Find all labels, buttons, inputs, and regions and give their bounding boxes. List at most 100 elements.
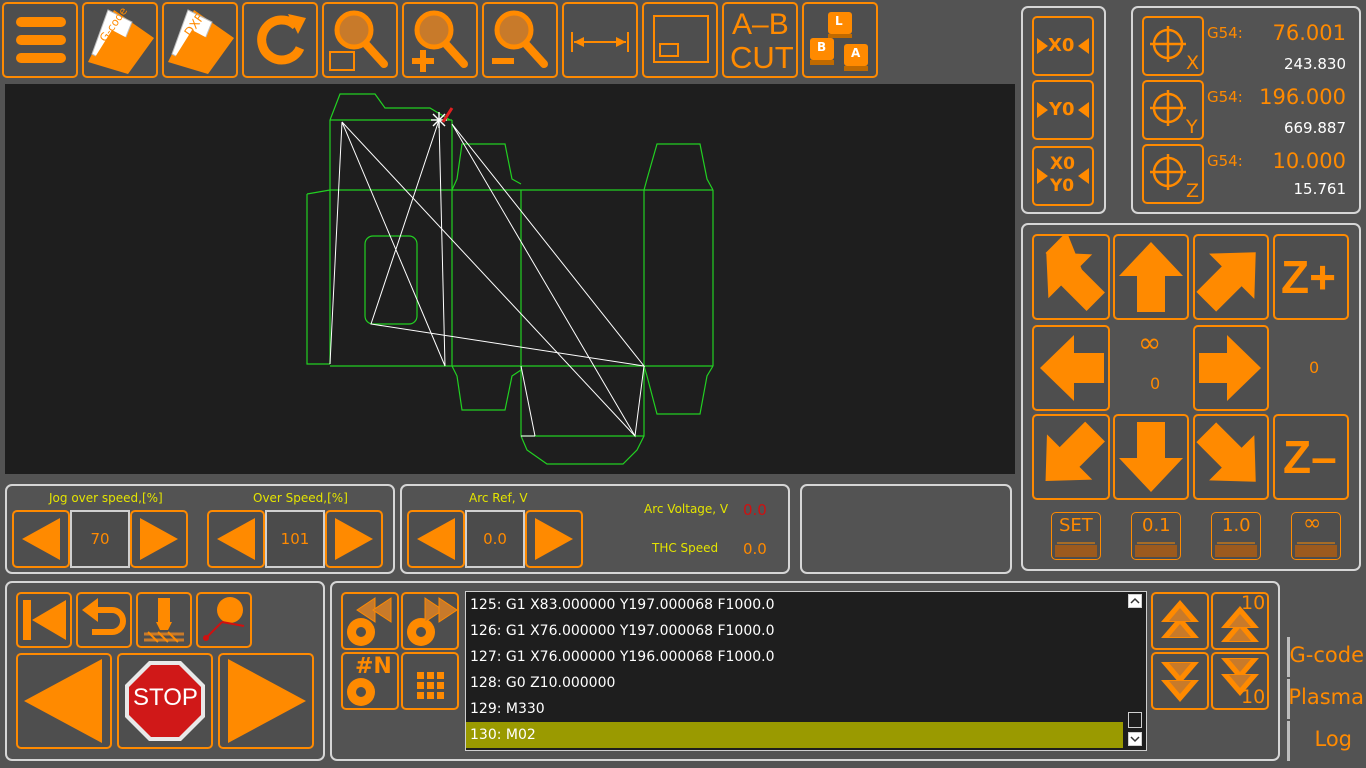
prev-block-button[interactable] bbox=[341, 592, 399, 650]
arc-ref-decrease-button[interactable] bbox=[407, 510, 465, 568]
step-infinity-button[interactable]: ∞ bbox=[1291, 511, 1341, 560]
jog-up-right-button[interactable] bbox=[1193, 234, 1269, 320]
zero-y-button[interactable]: Y0 bbox=[1032, 80, 1094, 140]
gcode-line[interactable]: 128: G0 Z10.000000 bbox=[470, 670, 615, 696]
step-01-button[interactable]: 0.1 bbox=[1131, 512, 1181, 560]
step-set-label: SET bbox=[1059, 515, 1093, 536]
gcode-line[interactable]: 125: G1 X83.000000 Y197.000068 F1000.0 bbox=[470, 592, 775, 618]
zoom-fit-button[interactable] bbox=[322, 2, 398, 78]
menu-button[interactable] bbox=[2, 2, 78, 78]
step-10-button[interactable]: 1.0 bbox=[1211, 512, 1261, 560]
scroll-up-arrow[interactable] bbox=[1128, 594, 1142, 608]
ab-cut-button[interactable]: A–B CUT bbox=[722, 2, 798, 78]
gcode-line-selected[interactable]: 130: M02 bbox=[470, 722, 536, 748]
step-back-button[interactable] bbox=[16, 653, 112, 749]
gcode-line[interactable]: 126: G1 X76.000000 Y197.000068 F1000.0 bbox=[470, 618, 775, 644]
jog-speed-decrease-button[interactable] bbox=[12, 510, 70, 568]
jog-right-button[interactable] bbox=[1193, 325, 1269, 411]
triangle-right-icon bbox=[140, 518, 178, 560]
rewind-start-button[interactable] bbox=[16, 592, 72, 648]
tab-gcode[interactable]: G-code bbox=[1287, 637, 1366, 677]
arrow-up-icon bbox=[1119, 242, 1183, 312]
hamburger-icon bbox=[16, 17, 66, 63]
step-set-button[interactable]: SET bbox=[1051, 512, 1101, 560]
toolpath-canvas[interactable] bbox=[5, 84, 1015, 474]
jog-right-value: 0 bbox=[1309, 358, 1320, 377]
return-button[interactable] bbox=[76, 592, 132, 648]
jog-down-right-button[interactable] bbox=[1193, 414, 1269, 500]
x-work-value: 76.001 bbox=[1272, 21, 1346, 45]
jog-down-button[interactable] bbox=[1113, 414, 1189, 500]
zoom-in-button[interactable] bbox=[402, 2, 478, 78]
triangle-right-icon bbox=[335, 518, 373, 560]
scroll-up-10-button[interactable]: 10 bbox=[1211, 592, 1269, 650]
refresh-button[interactable] bbox=[242, 2, 318, 78]
over-speed-increase-button[interactable] bbox=[325, 510, 383, 568]
keys-button[interactable]: L B A bbox=[802, 2, 878, 78]
axis-x-button[interactable]: X bbox=[1142, 16, 1204, 76]
zero-xy-label-x: X0 bbox=[1050, 154, 1075, 174]
key-b: B bbox=[817, 40, 827, 54]
scroll-down-arrow[interactable] bbox=[1128, 732, 1142, 746]
zoom-out-button[interactable] bbox=[482, 2, 558, 78]
scroll-up-step-label: 10 bbox=[1241, 592, 1266, 614]
scroll-down-10-button[interactable]: 10 bbox=[1211, 652, 1269, 710]
arrow-down-icon bbox=[1119, 422, 1183, 492]
z-machine-value: 15.761 bbox=[1293, 180, 1347, 198]
zero-xy-label-y: Y0 bbox=[1050, 176, 1075, 196]
zero-x-button[interactable]: X0 bbox=[1032, 16, 1094, 76]
next-block-button[interactable] bbox=[401, 592, 459, 650]
jog-left-button[interactable] bbox=[1032, 325, 1110, 411]
key-l: L bbox=[835, 14, 843, 28]
arc-voltage-label: Arc Voltage, V bbox=[644, 502, 729, 516]
measure-button[interactable] bbox=[562, 2, 638, 78]
jog-z-plus-button[interactable]: Z+ bbox=[1273, 234, 1349, 320]
scrollbar[interactable] bbox=[1126, 592, 1146, 748]
toolpath-drawing bbox=[306, 93, 714, 465]
jog-up-button[interactable] bbox=[1113, 234, 1189, 320]
open-dxf-button[interactable]: DXF bbox=[162, 2, 238, 78]
gcode-selected-row-highlight bbox=[466, 722, 1123, 748]
z-wcs-label: G54: bbox=[1207, 152, 1243, 170]
y-machine-value: 669.887 bbox=[1283, 119, 1346, 137]
jog-speed-increase-button[interactable] bbox=[130, 510, 188, 568]
torch-test-button[interactable] bbox=[136, 592, 192, 648]
goto-line-button[interactable]: #N bbox=[341, 652, 399, 710]
arc-ref-label: Arc Ref, V bbox=[469, 491, 528, 505]
gcode-line[interactable]: 129: M330 bbox=[470, 696, 545, 722]
over-speed-decrease-button[interactable] bbox=[207, 510, 265, 568]
zero-y-label: Y0 bbox=[1049, 99, 1075, 120]
scroll-up-1-button[interactable] bbox=[1151, 592, 1209, 650]
scroll-down-1-button[interactable] bbox=[1151, 652, 1209, 710]
jog-down-left-button[interactable] bbox=[1032, 414, 1110, 500]
zero-xy-button[interactable]: X0 Y0 bbox=[1032, 146, 1094, 206]
triangle-right-icon bbox=[535, 518, 573, 560]
view-frame-button[interactable] bbox=[642, 2, 718, 78]
scroll-thumb[interactable] bbox=[1128, 712, 1142, 728]
jog-up-left-button[interactable] bbox=[1032, 234, 1110, 320]
jog-z-minus-button[interactable]: Z– bbox=[1273, 414, 1349, 500]
gcode-line[interactable]: 127: G1 X76.000000 Y196.000068 F1000.0 bbox=[470, 644, 775, 670]
over-speed-label: Over Speed,[%] bbox=[253, 491, 348, 505]
tab-plasma[interactable]: Plasma bbox=[1287, 679, 1366, 719]
y-wcs-label: G54: bbox=[1207, 88, 1243, 106]
path-marker-button[interactable] bbox=[196, 592, 252, 648]
arrow-left-icon bbox=[1040, 335, 1104, 401]
zoom-fit-icon bbox=[329, 10, 388, 71]
keypad-button[interactable] bbox=[401, 652, 459, 710]
tab-log[interactable]: Log bbox=[1287, 721, 1366, 761]
arc-ref-increase-button[interactable] bbox=[525, 510, 583, 568]
double-chevron-up-icon bbox=[1161, 600, 1199, 638]
gcode-listing[interactable]: 125: G1 X83.000000 Y197.000068 F1000.0 1… bbox=[465, 591, 1147, 751]
axis-z-letter: Z bbox=[1186, 180, 1200, 202]
step-forward-button[interactable] bbox=[218, 653, 314, 749]
tab-log-label: Log bbox=[1314, 727, 1352, 751]
stop-button[interactable]: STOP bbox=[117, 653, 213, 749]
stop-label: STOP bbox=[133, 684, 198, 711]
axis-x-letter: X bbox=[1186, 52, 1200, 74]
y-work-value: 196.000 bbox=[1259, 85, 1346, 109]
axis-y-button[interactable]: Y bbox=[1142, 80, 1204, 140]
ruler-icon bbox=[1055, 542, 1097, 557]
axis-z-button[interactable]: Z bbox=[1142, 144, 1204, 204]
open-gcode-button[interactable]: G-code bbox=[82, 2, 158, 78]
